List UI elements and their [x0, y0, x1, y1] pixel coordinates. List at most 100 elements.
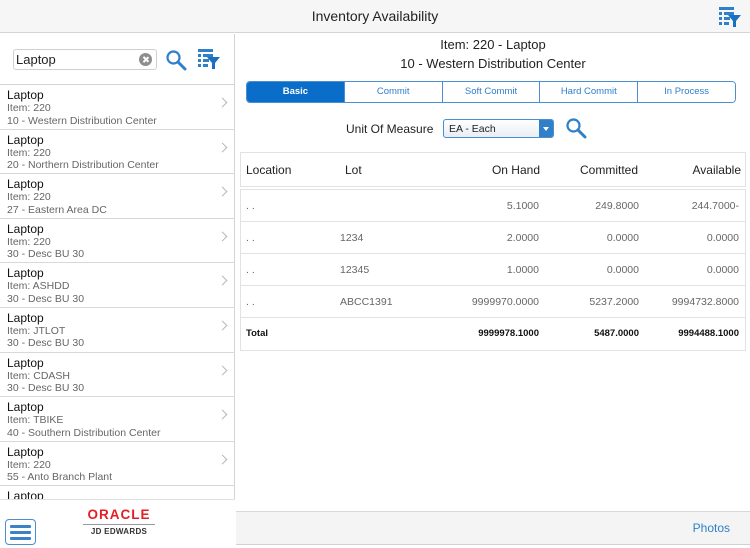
- cell-available: 0.0000: [706, 264, 739, 276]
- column-header-committed[interactable]: Committed: [580, 153, 638, 187]
- list-item-title: Laptop: [7, 444, 44, 459]
- column-header-lot[interactable]: Lot: [345, 153, 362, 187]
- list-item-branch: 40 - Southern Distribution Center: [7, 426, 161, 439]
- total-on-hand: 9999978.1000: [478, 328, 539, 339]
- list-item-item: Item: ASHDD: [7, 280, 70, 293]
- list-item-branch: 55 - Anto Branch Plant: [7, 471, 113, 484]
- list-item-title: Laptop: [7, 310, 44, 325]
- list-item[interactable]: Laptop Item: 220 20 - Northern Distribut…: [0, 130, 235, 175]
- cell-committed: 5237.2000: [589, 296, 639, 308]
- grid-body: . . 5.1000 249.8000 244.7000- . . 1234 2…: [240, 189, 746, 351]
- list-filter-icon: [719, 7, 741, 27]
- list-filter-icon: [198, 49, 220, 69]
- list-item-title: Laptop: [7, 355, 44, 370]
- availability-grid: Location Lot On Hand Committed Available…: [240, 152, 746, 351]
- list-item[interactable]: Laptop Item: 220 27 - Eastern Area DC: [0, 174, 235, 219]
- list-item[interactable]: Laptop Item: 220 30 - Desc BU 30: [0, 219, 235, 264]
- list-item[interactable]: Laptop Item: 220 55 - Anto Branch Plant: [0, 442, 235, 487]
- cell-on-hand: 5.1000: [506, 200, 539, 212]
- cell-location: . .: [246, 264, 255, 276]
- cell-on-hand: 1.0000: [506, 264, 539, 276]
- cell-lot: 1234: [340, 232, 364, 244]
- total-row: Total 9999978.1000 5487.0000 9994488.100…: [241, 318, 745, 350]
- detail-pane: Item: 220 - Laptop 10 - Western Distribu…: [236, 34, 750, 548]
- cell-committed: 0.0000: [606, 232, 639, 244]
- list-item-item: Item: 220: [7, 235, 51, 248]
- list-item-item: Item: 220: [7, 146, 51, 159]
- list-item-branch: 30 - Desc BU 30: [7, 292, 85, 305]
- total-available: 9994488.1000: [678, 328, 739, 339]
- list-item[interactable]: Laptop Item: TBIKE 40 - Southern Distrib…: [0, 397, 235, 442]
- oracle-jd-edwards-logo: ORACLE JD EDWARDS: [81, 508, 157, 536]
- logo-oracle-text: ORACLE: [87, 507, 151, 522]
- sidebar: Laptop Item: 220 10 - Western Distributi…: [0, 34, 235, 548]
- list-item-branch: 20 - Northern Distribution Center: [7, 159, 159, 172]
- list-filter-button[interactable]: [718, 6, 742, 28]
- photos-link[interactable]: Photos: [693, 521, 730, 535]
- search-results-list[interactable]: Laptop Item: 220 10 - Western Distributi…: [0, 85, 235, 499]
- list-item-item: Item: TBIKE: [7, 414, 64, 427]
- total-label: Total: [246, 328, 268, 339]
- cell-location: . .: [246, 200, 255, 212]
- search-input[interactable]: [16, 51, 134, 68]
- column-header-available[interactable]: Available: [693, 153, 741, 187]
- table-row[interactable]: . . ABCC1391 9999970.0000 5237.2000 9994…: [241, 286, 745, 318]
- segmented-tabs: Basic Commit Soft Commit Hard Commit In …: [246, 81, 736, 103]
- search-field[interactable]: [13, 49, 157, 70]
- cell-available: 244.7000-: [691, 200, 739, 212]
- table-row[interactable]: . . 12345 1.0000 0.0000 0.0000: [241, 254, 745, 286]
- tab-in-process[interactable]: In Process: [637, 82, 735, 102]
- logo-divider: [83, 524, 155, 525]
- uom-select[interactable]: EA - Each: [443, 119, 554, 138]
- list-item-item: Item: 220: [7, 458, 51, 471]
- search-button[interactable]: [165, 49, 187, 71]
- list-item[interactable]: Laptop Item: JTLOT 30 - Desc BU 30: [0, 308, 235, 353]
- tab-basic[interactable]: Basic: [247, 82, 344, 102]
- branch-title: 10 - Western Distribution Center: [400, 56, 586, 71]
- column-header-location[interactable]: Location: [246, 153, 291, 187]
- page-title: Inventory Availability: [311, 8, 439, 24]
- list-item-title: Laptop: [7, 400, 44, 415]
- list-item-title: Laptop: [7, 266, 44, 281]
- uom-selected-value: EA - Each: [449, 123, 496, 135]
- list-item-branch: 30 - Desc BU 30: [7, 382, 85, 395]
- uom-search-button[interactable]: [565, 117, 587, 139]
- cell-on-hand: 2.0000: [506, 232, 539, 244]
- sidebar-footer: ORACLE JD EDWARDS: [0, 499, 235, 548]
- list-item[interactable]: Laptop Item: ASHDD 30 - Desc BU 30: [0, 263, 235, 308]
- list-item-item: Item: 220: [7, 191, 51, 204]
- cell-committed: 249.8000: [595, 200, 639, 212]
- cell-lot: ABCC1391: [340, 296, 393, 308]
- uom-label: Unit Of Measure: [346, 122, 434, 136]
- sidebar-filter-button[interactable]: [197, 48, 221, 70]
- cell-location: . .: [246, 232, 255, 244]
- clear-circle-icon[interactable]: [139, 53, 152, 66]
- list-item-title: Laptop: [7, 132, 44, 147]
- chevron-down-icon: [539, 120, 553, 137]
- table-row[interactable]: . . 5.1000 249.8000 244.7000-: [241, 190, 745, 222]
- list-item-title: Laptop: [7, 489, 44, 499]
- list-item[interactable]: Laptop Item: CDASH 30 - Desc BU 30: [0, 353, 235, 398]
- list-item-title: Laptop: [7, 88, 44, 102]
- list-item-branch: 27 - Eastern Area DC: [7, 203, 107, 216]
- tab-soft-commit[interactable]: Soft Commit: [441, 82, 540, 102]
- list-item-item: Item: JTLOT: [7, 324, 66, 337]
- list-item-branch: 30 - Desc BU 30: [7, 248, 85, 261]
- detail-footer: Photos: [236, 511, 750, 545]
- hamburger-menu-icon[interactable]: [5, 519, 36, 545]
- tab-hard-commit[interactable]: Hard Commit: [539, 82, 638, 102]
- list-item[interactable]: Laptop: [0, 486, 235, 499]
- cell-location: . .: [246, 296, 255, 308]
- cell-lot: 12345: [340, 264, 370, 276]
- tab-commit[interactable]: Commit: [343, 82, 442, 102]
- cell-available: 9994732.8000: [671, 296, 739, 308]
- list-item-title: Laptop: [7, 177, 44, 192]
- list-item-branch: 10 - Western Distribution Center: [7, 114, 157, 127]
- column-header-on-hand[interactable]: On Hand: [492, 153, 540, 187]
- cell-available: 0.0000: [706, 232, 739, 244]
- table-row[interactable]: . . 1234 2.0000 0.0000 0.0000: [241, 222, 745, 254]
- search-row: [0, 34, 235, 85]
- logo-jde-text: JD EDWARDS: [90, 527, 148, 536]
- list-item[interactable]: Laptop Item: 220 10 - Western Distributi…: [0, 85, 235, 130]
- list-item-item: Item: CDASH: [7, 369, 71, 382]
